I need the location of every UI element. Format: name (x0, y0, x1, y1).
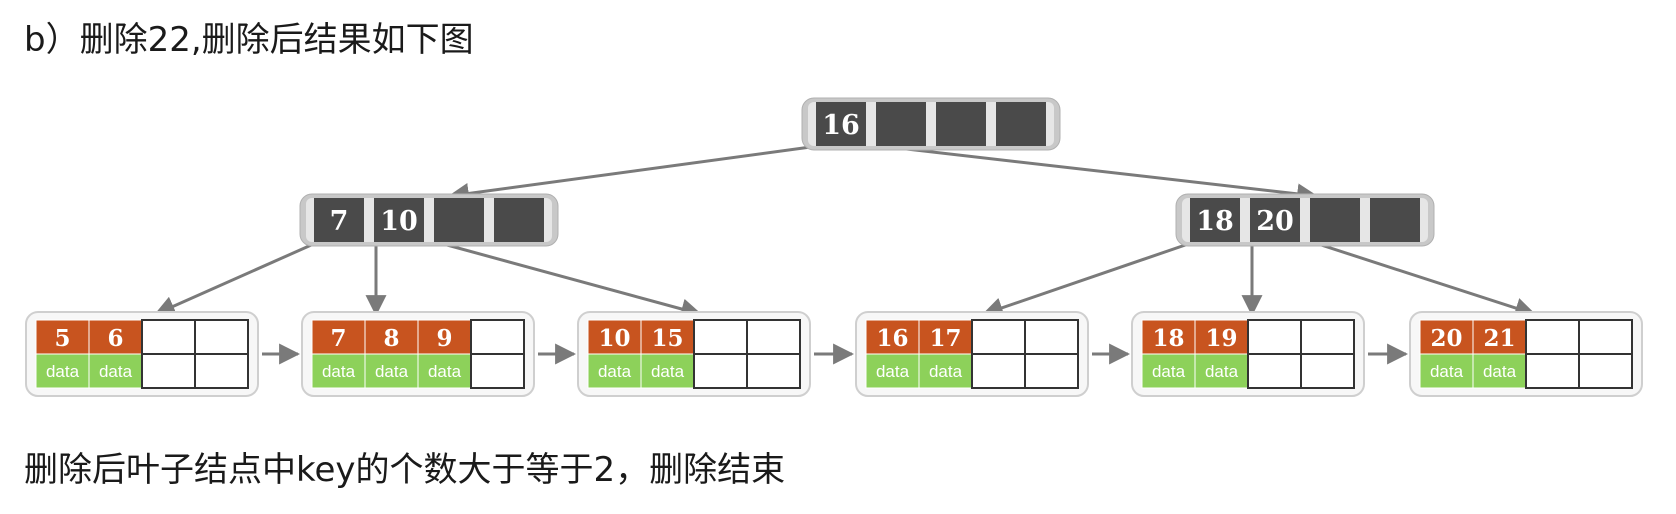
leaf-node: 5 data 6 data (25, 311, 259, 397)
leaf-data-label: data (428, 362, 462, 381)
edge-to-leaf (982, 240, 1195, 318)
edge-to-leaf (154, 240, 319, 316)
index-key-slot (494, 198, 544, 242)
leaf-key-label: 15 (651, 325, 683, 352)
index-key-slot (434, 198, 484, 242)
leaf-empty-data-cell (1024, 353, 1079, 389)
index-key-label: 16 (822, 110, 860, 141)
leaf-data-label: data (375, 362, 409, 381)
index-key-label: 10 (380, 206, 418, 237)
tree-nodes: 167 10 18 205data6data7data8data9data10data… (25, 97, 1643, 397)
leaf-empty-data-cell (1578, 353, 1633, 389)
leaf-empty-data-cell (141, 353, 196, 389)
leaf-node: 18 data 19 data (1131, 311, 1365, 397)
index-key-label: 20 (1256, 206, 1294, 237)
leaf-data-label: data (1152, 362, 1186, 381)
leaf-key-label: 16 (876, 325, 908, 352)
leaf-data-label: data (651, 362, 685, 381)
leaf-node: 10 data 15 data (577, 311, 811, 397)
index-key-label: 18 (1196, 206, 1234, 237)
index-key-slot (1310, 198, 1360, 242)
leaf-empty-data-cell (194, 353, 249, 389)
index-key-slot (876, 102, 926, 146)
leaf-key-label: 18 (1152, 325, 1184, 352)
root-node: 16 (801, 97, 1061, 151)
leaf-key-label: 21 (1483, 325, 1515, 352)
leaf-empty-data-cell (470, 353, 525, 389)
leaf-key-label: 5 (54, 325, 70, 352)
index-key-label: 7 (330, 206, 349, 237)
leaf-empty-key-cell (746, 319, 801, 355)
leaf-key-label: 17 (929, 325, 961, 352)
leaf-data-label: data (322, 362, 356, 381)
leaf-empty-key-cell (1300, 319, 1355, 355)
leaf-empty-key-cell (1247, 319, 1302, 355)
leaf-empty-data-cell (746, 353, 801, 389)
leaf-key-label: 20 (1430, 325, 1462, 352)
leaf-empty-data-cell (1300, 353, 1355, 389)
leaf-empty-data-cell (1247, 353, 1302, 389)
edge-to-leaf (435, 240, 703, 320)
leaf-empty-key-cell (1578, 319, 1633, 355)
internal-node: 7 10 (299, 193, 559, 247)
leaf-key-label: 7 (330, 325, 346, 352)
internal-node: 18 20 (1175, 193, 1435, 247)
index-key-slot (1370, 198, 1420, 242)
leaf-key-label: 6 (107, 325, 123, 352)
leaf-empty-data-cell (693, 353, 748, 389)
leaf-empty-key-cell (1024, 319, 1079, 355)
leaf-key-label: 19 (1205, 325, 1237, 352)
leaf-node: 7 data 8 data 9 data (301, 311, 535, 397)
leaf-node: 20 data 21 data (1409, 311, 1643, 397)
leaf-empty-key-cell (141, 319, 196, 355)
leaf-data-label: data (929, 362, 963, 381)
leaf-empty-key-cell (194, 319, 249, 355)
leaf-key-label: 8 (383, 325, 399, 352)
leaf-empty-key-cell (971, 319, 1026, 355)
leaf-data-label: data (598, 362, 632, 381)
leaf-data-label: data (99, 362, 133, 381)
edge-to-leaf (1311, 240, 1536, 319)
bplus-tree-diagram: 167 10 18 205data6data7data8data9data10data… (25, 97, 1643, 397)
index-key-slot (936, 102, 986, 146)
leaf-key-label: 9 (436, 325, 452, 352)
leaf-data-label: data (46, 362, 80, 381)
result-note: 删除后叶子结点中key的个数大于等于2，删除结束 (24, 450, 786, 490)
leaf-empty-key-cell (1525, 319, 1580, 355)
leaf-node: 16 data 17 data (855, 311, 1089, 397)
leaf-data-label: data (876, 362, 910, 381)
leaf-empty-data-cell (971, 353, 1026, 389)
leaf-key-label: 10 (598, 325, 630, 352)
leaf-empty-key-cell (470, 319, 525, 355)
leaf-data-label: data (1483, 362, 1517, 381)
edge-root-right (879, 144, 1319, 205)
index-key-slot (996, 102, 1046, 146)
leaf-data-label: data (1205, 362, 1239, 381)
leaf-data-label: data (1430, 362, 1464, 381)
leaf-empty-data-cell (1525, 353, 1580, 389)
leaf-empty-key-cell (693, 319, 748, 355)
edge-root-left (447, 144, 819, 204)
